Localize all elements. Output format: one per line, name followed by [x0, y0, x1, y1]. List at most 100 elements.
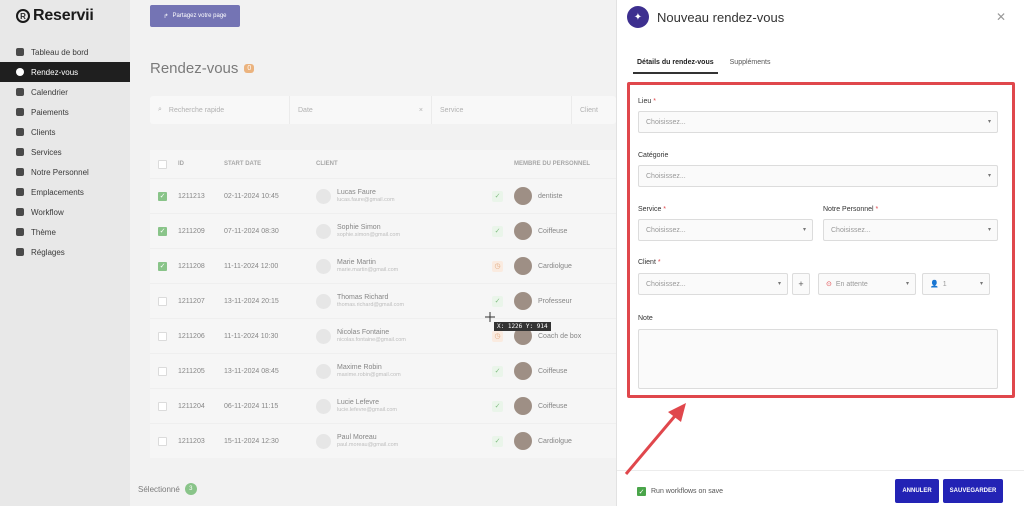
row-date: 11-11-2024 10:30: [224, 332, 279, 340]
workflow-checkbox[interactable]: ✓: [637, 487, 646, 496]
row-date: 13-11-2024 20:15: [224, 297, 279, 305]
search-placeholder: Recherche rapide: [168, 106, 225, 114]
row-checkbox[interactable]: [158, 366, 167, 376]
row-checkbox[interactable]: [158, 401, 167, 411]
share-page-button[interactable]: ↱ Partagez votre page: [150, 5, 240, 27]
share-icon: ↱: [163, 13, 169, 20]
tab-supplements[interactable]: Suppléments: [726, 55, 775, 74]
staff-role: Coiffeuse: [538, 227, 568, 235]
sidebar-item-emplacements[interactable]: Emplacements: [0, 182, 130, 202]
sidebar-item-paiements[interactable]: Paiements: [0, 102, 130, 122]
client-avatar: [316, 328, 331, 344]
client-name: Lucas Faure: [337, 188, 376, 196]
row-checkbox[interactable]: [158, 296, 167, 306]
selected-count-badge: 3: [184, 483, 197, 495]
header-date[interactable]: START DATE: [224, 161, 316, 167]
table-row[interactable]: 1211207 13-11-2024 20:15 Thomas Richard tho…: [150, 283, 616, 318]
service-filter[interactable]: Service: [432, 96, 572, 124]
clear-icon[interactable]: ×: [419, 107, 423, 114]
gear-icon: [16, 248, 24, 256]
personnel-select[interactable]: Choisissez... ▾: [823, 219, 998, 241]
sidebar-item-services[interactable]: Services: [0, 142, 130, 162]
table-row[interactable]: 1211205 13-11-2024 08:45 Maxime Robin maxim…: [150, 353, 616, 388]
table-row[interactable]: 1211203 15-11-2024 12:30 Paul Moreau paul.m…: [150, 423, 616, 458]
service-select[interactable]: Choisissez... ▾: [638, 219, 813, 241]
table-row[interactable]: 1211204 06-11-2024 11:15 Lucie Lefevre luci…: [150, 388, 616, 423]
row-checkbox[interactable]: ✓: [158, 226, 167, 236]
staff-role: Professeur: [538, 297, 572, 305]
workflow-label: Run workflows on save: [651, 488, 723, 495]
row-date: 15-11-2024 12:30: [224, 437, 279, 445]
row-date: 02-11-2024 10:45: [224, 192, 279, 200]
categorie-select[interactable]: Choisissez... ▾: [638, 165, 998, 187]
crosshair-cursor-icon: [485, 312, 495, 322]
payment-icon: [16, 108, 24, 116]
client-select[interactable]: Choisissez... ▾: [638, 273, 788, 295]
lieu-select[interactable]: Choisissez... ▾: [638, 111, 998, 133]
status-confirmed-icon: ✓: [492, 295, 503, 307]
page-title: Rendez-vous 0: [150, 60, 255, 77]
row-date: 13-11-2024 08:45: [224, 367, 279, 375]
sidebar-item-r-glages[interactable]: Réglages: [0, 242, 130, 262]
note-textarea[interactable]: [638, 329, 998, 389]
table-body: ✓ 1211213 02-11-2024 10:45 Lucas Faure lucas…: [150, 178, 616, 458]
personnel-placeholder: Choisissez...: [831, 226, 871, 234]
sidebar-item-calendrier[interactable]: Calendrier: [0, 82, 130, 102]
client-email: marie.martin@gmail.com: [337, 266, 399, 273]
sidebar-item-th-me[interactable]: Thème: [0, 222, 130, 242]
date-filter-label: Date: [298, 106, 313, 114]
chevron-down-icon: ▾: [905, 281, 909, 287]
close-icon[interactable]: ✕: [996, 10, 1006, 24]
brush-icon: [16, 228, 24, 236]
client-name: Paul Moreau: [337, 433, 377, 441]
panel-title: Nouveau rendez-vous: [657, 9, 785, 25]
row-checkbox[interactable]: [158, 331, 167, 341]
chevron-down-icon: ▾: [987, 119, 991, 125]
cancel-button[interactable]: ANNULER: [895, 479, 939, 503]
status-confirmed-icon: ✓: [492, 225, 503, 237]
service-filter-label: Service: [440, 106, 464, 114]
client-filter[interactable]: Client: [572, 96, 616, 124]
topbar: ↱ Partagez votre page: [130, 0, 616, 38]
sidebar-item-workflow[interactable]: Workflow: [0, 202, 130, 222]
add-client-button[interactable]: +: [792, 273, 810, 295]
person-icon: 👤: [930, 281, 939, 288]
header-id[interactable]: ID: [178, 161, 224, 167]
row-checkbox[interactable]: ✓: [158, 261, 167, 271]
group-count-select[interactable]: 👤 1 ▾: [922, 273, 990, 295]
search-input[interactable]: ⌕ Recherche rapide: [150, 96, 290, 124]
table-row[interactable]: ✓ 1211209 07-11-2024 08:30 Sophie Simon soph…: [150, 213, 616, 248]
pending-icon: ⊙: [826, 281, 832, 288]
panel-header: ✦ Nouveau rendez-vous: [627, 6, 784, 28]
cursor-coordinates: X: 1226 Y: 914: [494, 322, 551, 331]
staff-role: Coiffeuse: [538, 402, 568, 410]
sidebar-item-tableau-de-bord[interactable]: Tableau de bord: [0, 42, 130, 62]
status-confirmed-icon: ✓: [492, 400, 503, 412]
sidebar-item-notre-personnel[interactable]: Notre Personnel: [0, 162, 130, 182]
table-row[interactable]: ✓ 1211213 02-11-2024 10:45 Lucas Faure lucas…: [150, 178, 616, 213]
tab-details[interactable]: Détails du rendez-vous: [633, 55, 718, 74]
sidebar-item-clients[interactable]: Clients: [0, 122, 130, 142]
row-checkbox[interactable]: [158, 436, 167, 446]
row-checkbox[interactable]: ✓: [158, 191, 167, 201]
status-confirmed-icon: ✓: [492, 365, 503, 377]
table-row[interactable]: ✓ 1211208 11-11-2024 12:00 Marie Martin mari…: [150, 248, 616, 283]
client-email: paul.moreau@gmail.com: [337, 441, 399, 448]
client-avatar: [316, 398, 331, 414]
sidebar-item-rendez-vous[interactable]: Rendez-vous: [0, 62, 130, 82]
lieu-placeholder: Choisissez...: [646, 118, 686, 126]
save-button[interactable]: SAUVEGARDER: [943, 479, 1003, 503]
row-id: 1211204: [178, 402, 205, 410]
dashboard-icon: [16, 48, 24, 56]
sidebar-item-label: Calendrier: [31, 87, 68, 97]
status-select[interactable]: ⊙ En attente ▾: [818, 273, 916, 295]
workflow-toggle[interactable]: ✓ Run workflows on save: [637, 487, 723, 496]
select-all-checkbox[interactable]: [158, 159, 167, 169]
table-header: ID START DATE CLIENT MEMBRE DU PERSONNEL: [150, 150, 616, 178]
appointment-form: Lieu * Choisissez... ▾ Catégorie Choisiss…: [627, 82, 1015, 398]
client-email: lucas.faure@gmail.com: [337, 196, 395, 203]
calendar-star-icon: ✦: [627, 6, 649, 28]
page-title-text: Rendez-vous: [150, 60, 239, 77]
date-filter[interactable]: Date ×: [290, 96, 432, 124]
header-client[interactable]: CLIENT: [316, 161, 492, 167]
